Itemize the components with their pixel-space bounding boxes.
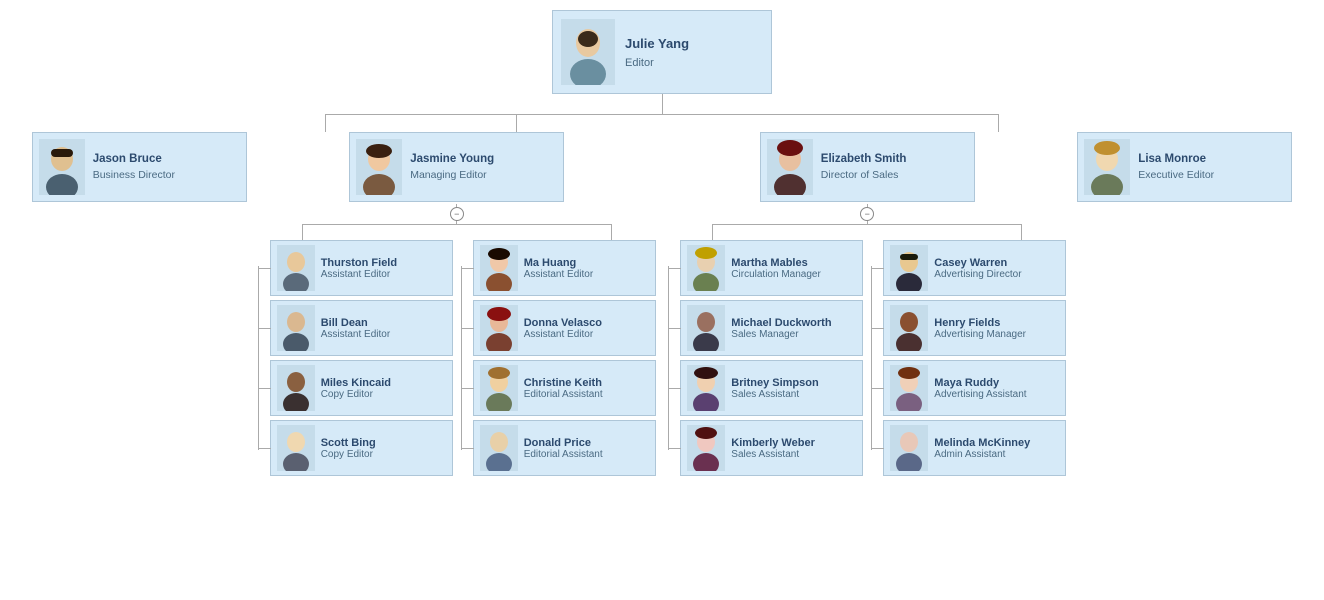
martha-avatar [687, 245, 725, 291]
christine-avatar [480, 365, 518, 411]
miles-card: Miles Kincaid Copy Editor [270, 360, 453, 416]
casey-name: Casey Warren [934, 257, 1021, 269]
maya-avatar [890, 365, 928, 411]
michael-card: Michael Duckworth Sales Manager [680, 300, 863, 356]
christine-title: Editorial Assistant [524, 389, 603, 400]
michael-name: Michael Duckworth [731, 317, 831, 329]
casey-card: Casey Warren Advertising Director [883, 240, 1066, 296]
maya-title: Advertising Assistant [934, 389, 1026, 400]
l1-elizabeth: Elizabeth Smith Director of Sales − [662, 132, 1073, 476]
donald-name: Donald Price [524, 437, 603, 449]
jason-card: Jason Bruce Business Director [32, 132, 247, 202]
scott-avatar [277, 425, 315, 471]
britney-name: Britney Simpson [731, 377, 818, 389]
mahuang-title: Assistant Editor [524, 269, 593, 280]
org-chart: Julie Yang Editor Jason Bruce B [22, 0, 1302, 496]
jason-info: Jason Bruce Business Director [93, 153, 175, 181]
britney-card: Britney Simpson Sales Assistant [680, 360, 863, 416]
scott-title: Copy Editor [321, 449, 376, 460]
michael-avatar [687, 305, 725, 351]
henry-card: Henry Fields Advertising Manager [883, 300, 1066, 356]
elizabeth-title: Director of Sales [821, 169, 907, 181]
britney-title: Sales Assistant [731, 389, 818, 400]
jasmine-collapse-btn[interactable]: − [450, 207, 464, 221]
melinda-avatar [890, 425, 928, 471]
martha-title: Circulation Manager [731, 269, 821, 280]
elizabeth-avatar [767, 139, 813, 195]
thurston-card: Thurston Field Assistant Editor [270, 240, 453, 296]
root-name: Julie Yang [625, 36, 689, 51]
donna-title: Assistant Editor [524, 329, 602, 340]
bill-avatar [277, 305, 315, 351]
root-card: Julie Yang Editor [552, 10, 772, 94]
lisa-title: Executive Editor [1138, 169, 1214, 181]
lisa-avatar [1084, 139, 1130, 195]
bill-card: Bill Dean Assistant Editor [270, 300, 453, 356]
mahuang-card: Ma Huang Assistant Editor [473, 240, 656, 296]
lisa-name: Lisa Monroe [1138, 153, 1214, 165]
l1-jason: Jason Bruce Business Director [27, 132, 251, 202]
kimberly-card: Kimberly Weber Sales Assistant [680, 420, 863, 476]
thurston-title: Assistant Editor [321, 269, 397, 280]
christine-card: Christine Keith Editorial Assistant [473, 360, 656, 416]
donald-avatar [480, 425, 518, 471]
thurston-avatar [277, 245, 315, 291]
melinda-name: Melinda McKinney [934, 437, 1030, 449]
bill-name: Bill Dean [321, 317, 390, 329]
britney-avatar [687, 365, 725, 411]
donna-avatar [480, 305, 518, 351]
root-avatar [561, 19, 615, 85]
root-title: Editor [625, 57, 689, 69]
l1-jasmine: Jasmine Young Managing Editor − [251, 132, 662, 476]
martha-name: Martha Mables [731, 257, 821, 269]
lisa-card: Lisa Monroe Executive Editor [1077, 132, 1292, 202]
thurston-name: Thurston Field [321, 257, 397, 269]
henry-name: Henry Fields [934, 317, 1026, 329]
donald-title: Editorial Assistant [524, 449, 603, 460]
maya-card: Maya Ruddy Advertising Assistant [883, 360, 1066, 416]
scott-card: Scott Bing Copy Editor [270, 420, 453, 476]
donna-card: Donna Velasco Assistant Editor [473, 300, 656, 356]
jasmine-info: Jasmine Young Managing Editor [410, 153, 494, 181]
miles-title: Copy Editor [321, 389, 391, 400]
christine-name: Christine Keith [524, 377, 603, 389]
henry-title: Advertising Manager [934, 329, 1026, 340]
michael-title: Sales Manager [731, 329, 831, 340]
jasmine-avatar [356, 139, 402, 195]
miles-name: Miles Kincaid [321, 377, 391, 389]
elizabeth-collapse-btn[interactable]: − [860, 207, 874, 221]
bill-title: Assistant Editor [321, 329, 390, 340]
casey-avatar [890, 245, 928, 291]
kimberly-avatar [687, 425, 725, 471]
mahuang-name: Ma Huang [524, 257, 593, 269]
elizabeth-card: Elizabeth Smith Director of Sales [760, 132, 975, 202]
donna-name: Donna Velasco [524, 317, 602, 329]
jasmine-title: Managing Editor [410, 169, 494, 181]
donald-card: Donald Price Editorial Assistant [473, 420, 656, 476]
melinda-title: Admin Assistant [934, 449, 1030, 460]
maya-name: Maya Ruddy [934, 377, 1026, 389]
mahuang-avatar [480, 245, 518, 291]
root-info: Julie Yang Editor [625, 36, 689, 69]
miles-avatar [277, 365, 315, 411]
kimberly-title: Sales Assistant [731, 449, 815, 460]
henry-avatar [890, 305, 928, 351]
elizabeth-name: Elizabeth Smith [821, 153, 907, 165]
jasmine-card: Jasmine Young Managing Editor [349, 132, 564, 202]
melinda-card: Melinda McKinney Admin Assistant [883, 420, 1066, 476]
jason-avatar [39, 139, 85, 195]
jason-title: Business Director [93, 169, 175, 181]
scott-name: Scott Bing [321, 437, 376, 449]
casey-title: Advertising Director [934, 269, 1021, 280]
jason-name: Jason Bruce [93, 153, 175, 165]
elizabeth-info: Elizabeth Smith Director of Sales [821, 153, 907, 181]
jasmine-name: Jasmine Young [410, 153, 494, 165]
lisa-info: Lisa Monroe Executive Editor [1138, 153, 1214, 181]
l1-lisa: Lisa Monroe Executive Editor [1073, 132, 1297, 202]
martha-card: Martha Mables Circulation Manager [680, 240, 863, 296]
kimberly-name: Kimberly Weber [731, 437, 815, 449]
level1-row: Jason Bruce Business Director Jasmine Yo… [22, 132, 1302, 476]
